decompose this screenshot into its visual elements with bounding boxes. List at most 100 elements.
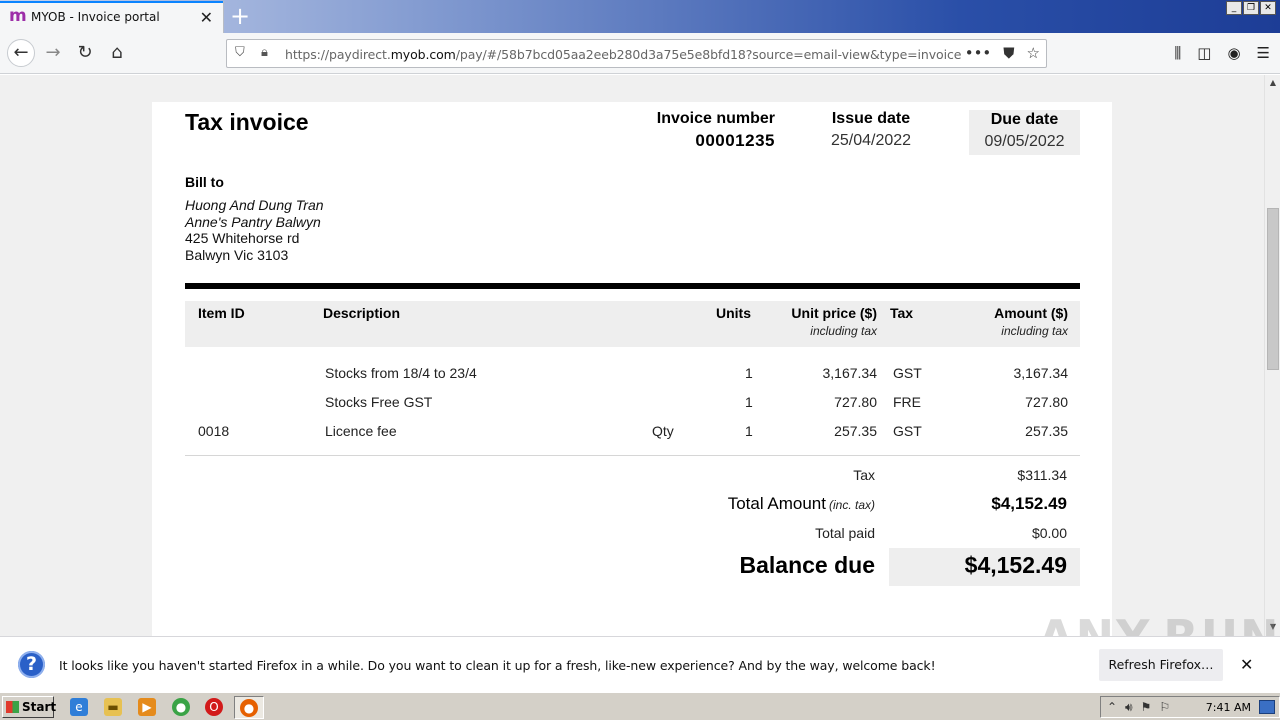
pocket-icon[interactable]: ⛊ — [1003, 44, 1014, 62]
sidebar-icon[interactable]: ◫ — [1197, 44, 1211, 62]
start-button[interactable]: Start — [2, 696, 57, 718]
line-items-header: Item ID Description Units Unit price ($)… — [185, 301, 1080, 347]
forward-icon[interactable]: → — [41, 42, 65, 66]
refresh-firefox-notification: ? It looks like you haven't started Fire… — [0, 636, 1280, 692]
issue-date-label: Issue date — [831, 110, 911, 127]
issue-date: 25/04/2022 — [830, 132, 912, 149]
window-close-button[interactable]: ✕ — [1260, 1, 1276, 15]
line-item-row: Stocks from 18/4 to 23/4 1 3,167.34 GST … — [185, 365, 1080, 387]
taskbar-firefox-button[interactable]: ● — [234, 696, 264, 719]
col-units: Units — [716, 305, 751, 321]
notification-message: It looks like you haven't started Firefo… — [59, 658, 936, 673]
due-date-block: Due date 09/05/2022 — [969, 110, 1080, 155]
line-description: Stocks from 18/4 to 23/4 — [325, 365, 477, 381]
tab-myob-invoice-portal[interactable]: m MYOB - Invoice portal ✕ — [0, 1, 224, 33]
line-tax-code: GST — [893, 423, 922, 439]
invoice-number: 00001235 — [695, 131, 775, 150]
tax-total-value: $311.34 — [1017, 467, 1067, 483]
url-actions: ••• ⛊ ☆ — [965, 44, 1040, 62]
bill-to-address: Huong And Dung Tran Anne's Pantry Balwyn… — [185, 197, 324, 263]
line-amount: 257.35 — [1025, 423, 1068, 439]
shield-icon[interactable]: ⛉ — [235, 45, 245, 60]
tab-title: MYOB - Invoice portal — [31, 10, 160, 24]
navigation-toolbar: ← → ↻ ⌂ ⛉ 🔒︎ https://paydirect.myob.com/… — [0, 33, 1280, 74]
back-icon[interactable]: ← — [7, 39, 35, 67]
total-amount-label: Total Amount (inc. tax) — [727, 494, 875, 513]
invoice-number-label: Invoice number — [656, 110, 775, 127]
scroll-thumb[interactable] — [1267, 208, 1279, 370]
bill-to-label: Bill to — [185, 174, 224, 190]
library-icon[interactable]: ⫼ — [1174, 44, 1181, 62]
system-tray: ⌃🔊︎⚑⚐ 7:41 AM — [1100, 696, 1280, 718]
col-item-id: Item ID — [198, 305, 245, 321]
line-unit-price: 257.35 — [834, 423, 877, 439]
bill-to-suburb: Balwyn Vic 3103 — [185, 246, 289, 263]
url-text[interactable]: https://paydirect.myob.com/pay/#/58b7bcd… — [285, 47, 961, 62]
header-divider — [185, 283, 1080, 289]
line-description: Stocks Free GST — [325, 394, 433, 410]
bookmark-star-icon[interactable]: ☆ — [1027, 44, 1040, 62]
issue-date-block: Issue date 25/04/2022 — [826, 110, 916, 150]
col-amount: Amount ($) including tax — [994, 305, 1068, 338]
page-viewport: Tax invoice Invoice number 00001235 Issu… — [0, 75, 1264, 636]
invoice-card: Tax invoice Invoice number 00001235 Issu… — [152, 102, 1112, 636]
clock[interactable]: 7:41 AM — [1206, 701, 1251, 714]
new-tab-button[interactable]: + — [230, 2, 250, 30]
account-icon[interactable]: ◉ — [1227, 44, 1240, 62]
more-icon[interactable]: ••• — [965, 44, 992, 62]
page-scrollbar[interactable]: ▲ ▼ — [1264, 75, 1280, 636]
line-amount: 727.80 — [1025, 394, 1068, 410]
tab-close-icon[interactable]: ✕ — [200, 8, 213, 27]
home-icon[interactable]: ⌂ — [105, 42, 129, 66]
line-unit-price: 727.80 — [834, 394, 877, 410]
due-date-label: Due date — [990, 111, 1059, 128]
total-amount-value: $4,152.49 — [991, 494, 1067, 513]
col-description: Description — [323, 305, 401, 321]
question-icon: ? — [18, 651, 45, 678]
minimize-button[interactable]: _ — [1226, 1, 1242, 15]
line-tax-code: FRE — [893, 394, 921, 410]
restore-button[interactable]: ❐ — [1243, 1, 1259, 15]
show-desktop-icon[interactable] — [1259, 700, 1275, 714]
chrome-icon[interactable]: ● — [172, 698, 190, 716]
line-tax-code: GST — [893, 365, 922, 381]
notification-close-icon[interactable]: ✕ — [1240, 655, 1253, 674]
invoice-number-block: Invoice number 00001235 — [657, 110, 775, 151]
toolbar-right: ⫼ ◫ ◉ ☰ — [1174, 44, 1270, 62]
line-amount: 3,167.34 — [1013, 365, 1069, 381]
line-units: 1 — [745, 365, 753, 381]
line-units: 1 — [745, 394, 753, 410]
bill-to-company: Anne's Pantry Balwyn — [185, 213, 321, 230]
reload-icon[interactable]: ↻ — [73, 42, 97, 66]
folder-icon[interactable]: ▬ — [104, 698, 122, 716]
tray-icons[interactable]: ⌃🔊︎⚑⚐ — [1107, 700, 1178, 715]
url-bar[interactable]: ⛉ 🔒︎ https://paydirect.myob.com/pay/#/58… — [226, 39, 1047, 68]
balance-due-value: $4,152.49 — [964, 552, 1067, 578]
opera-icon[interactable]: O — [205, 698, 223, 716]
start-label: Start — [22, 700, 57, 714]
myob-favicon-icon: m — [9, 6, 27, 26]
col-tax: Tax — [890, 305, 914, 321]
bill-to-name: Huong And Dung Tran — [185, 197, 324, 213]
lock-icon[interactable]: 🔒︎ — [261, 45, 268, 60]
line-item-row: Stocks Free GST 1 727.80 FRE 727.80 — [185, 394, 1080, 416]
windows-flag-icon — [6, 701, 19, 713]
media-player-icon[interactable]: ▶ — [138, 698, 156, 716]
windows-taskbar: Start e ▬ ▶ ● O ● ⌃🔊︎⚑⚐ 7:41 AM — [0, 692, 1280, 720]
line-unit-price: 3,167.34 — [822, 365, 878, 381]
invoice-title: Tax invoice — [185, 109, 309, 135]
total-paid-label: Total paid — [815, 525, 875, 541]
scroll-up-icon[interactable]: ▲ — [1267, 77, 1279, 89]
ie-icon[interactable]: e — [70, 698, 88, 716]
line-unit-type: Qty — [652, 423, 674, 439]
line-description: Licence fee — [325, 423, 397, 439]
menu-icon[interactable]: ☰ — [1257, 44, 1270, 62]
total-paid-value: $0.00 — [1031, 525, 1067, 541]
balance-due-label: Balance due — [739, 552, 876, 578]
bill-to-street: 425 Whitehorse rd — [185, 230, 300, 246]
line-units: 1 — [745, 423, 753, 439]
refresh-firefox-button[interactable]: Refresh Firefox… — [1099, 649, 1223, 681]
line-item-row: 0018 Licence fee Qty 1 257.35 GST 257.35 — [185, 423, 1080, 445]
totals-divider — [185, 455, 1080, 456]
tab-strip: m MYOB - Invoice portal ✕ + _ ❐ ✕ — [0, 0, 1280, 33]
